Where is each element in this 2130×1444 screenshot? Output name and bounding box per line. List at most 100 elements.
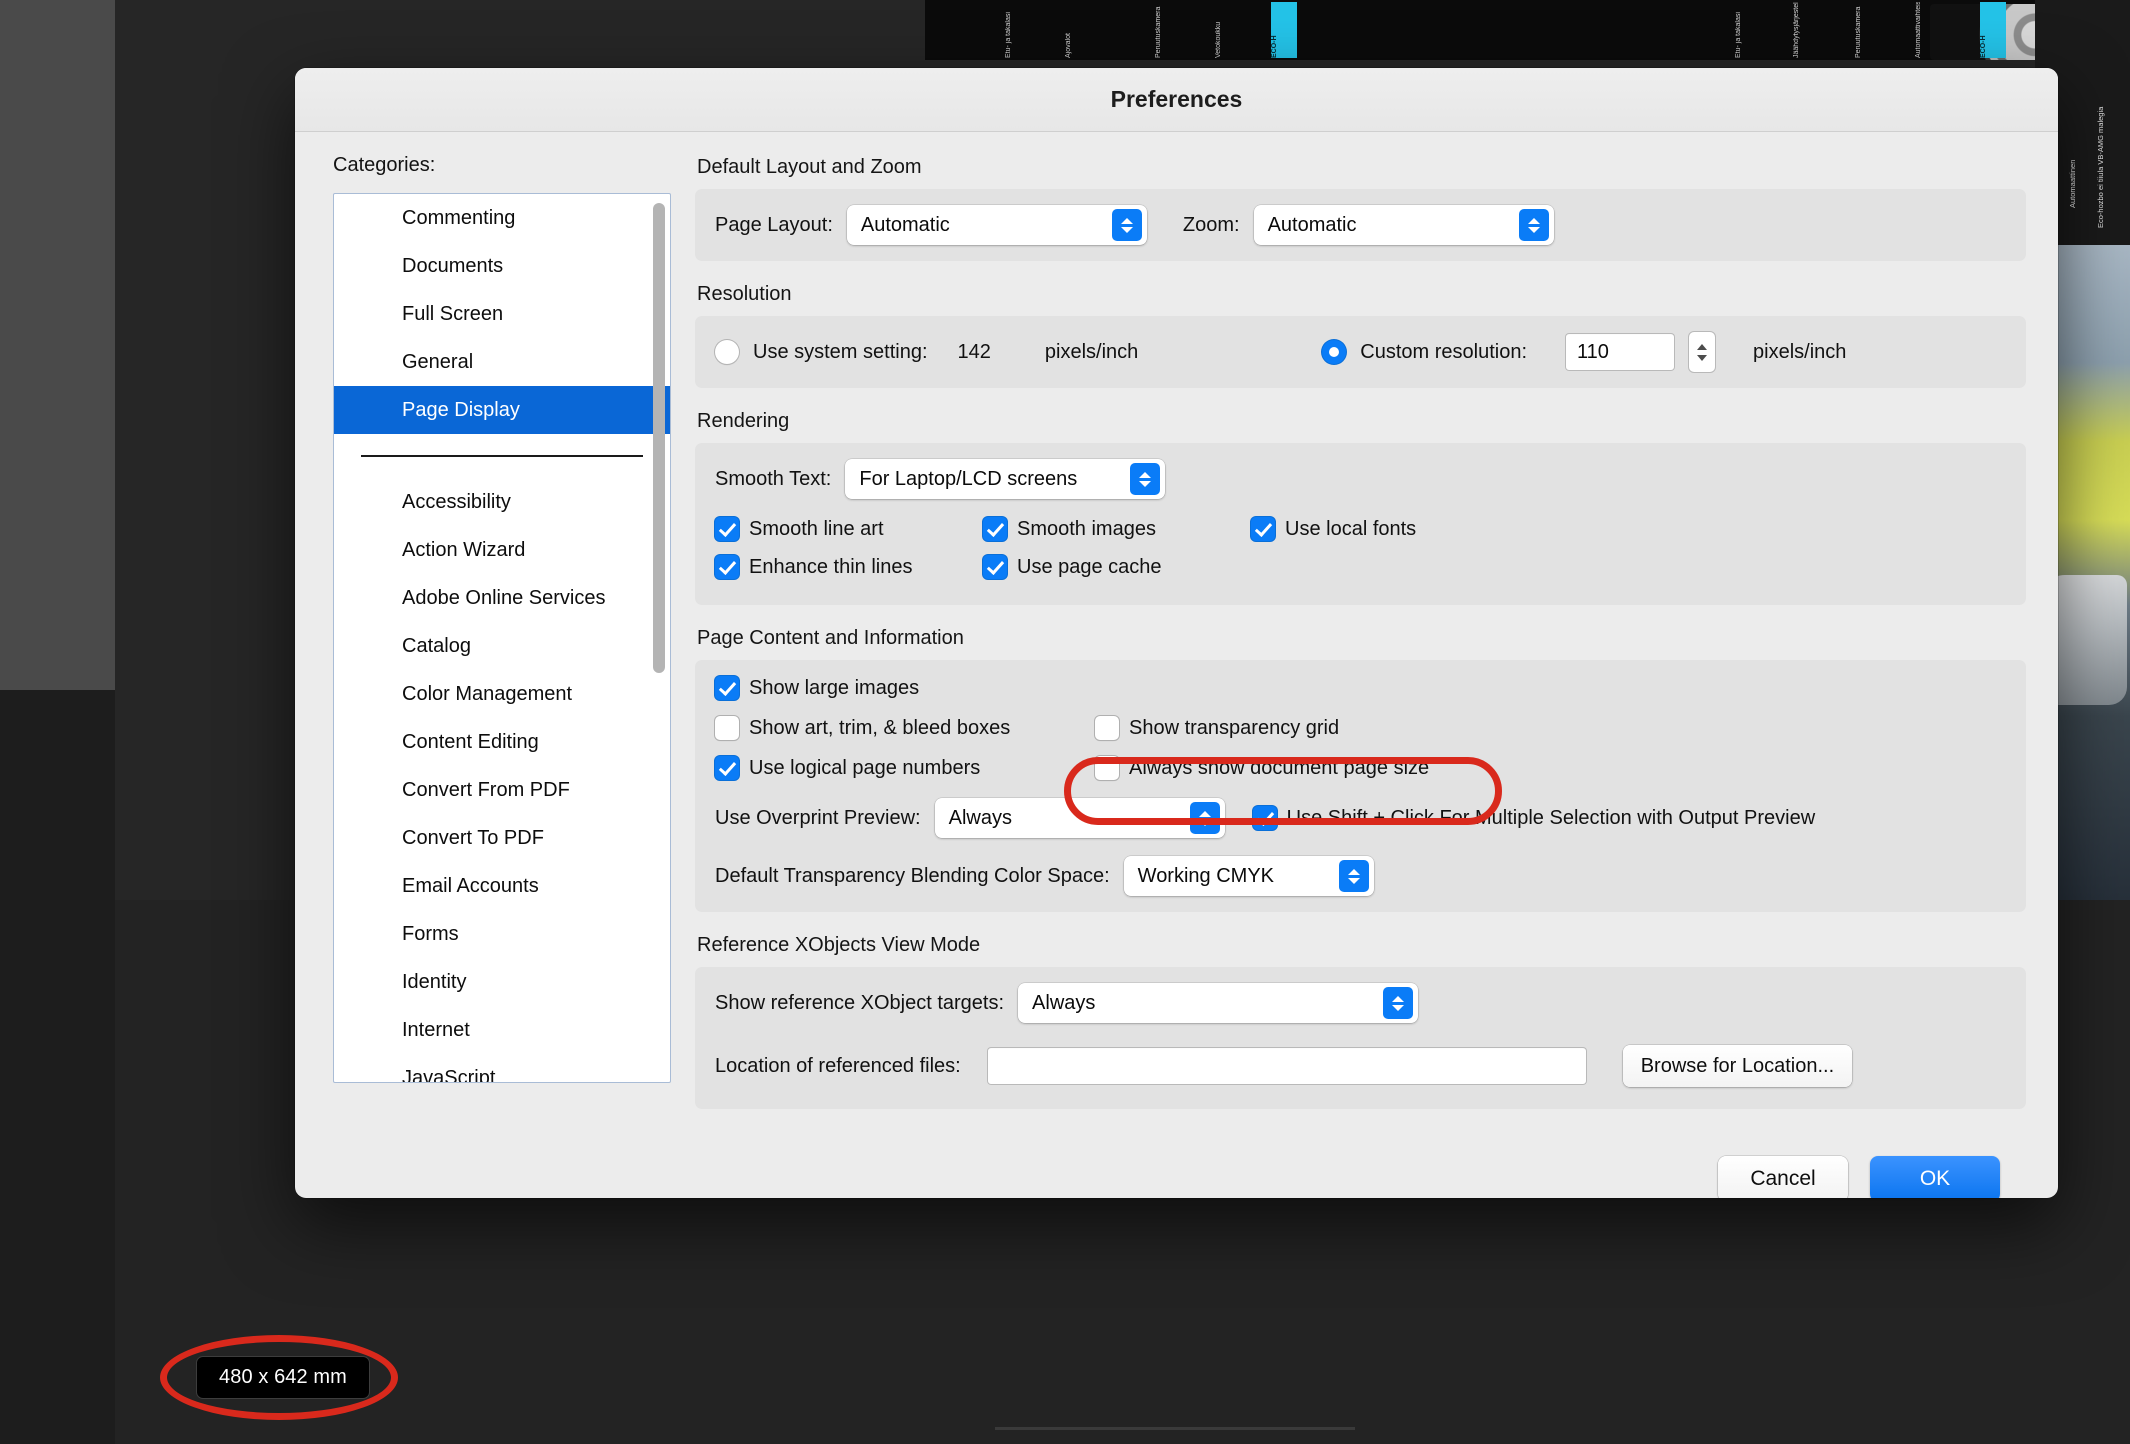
show-transparency-grid-row[interactable]: Show transparency grid bbox=[1095, 716, 1339, 740]
cancel-button[interactable]: Cancel bbox=[1718, 1156, 1848, 1198]
chevron-updown-icon[interactable] bbox=[1130, 463, 1160, 495]
dialog-footer: Cancel OK bbox=[295, 1131, 2058, 1198]
section-title-reference-xobjects: Reference XObjects View Mode bbox=[697, 934, 2026, 957]
show-xobject-targets-label: Show reference XObject targets: bbox=[715, 992, 1004, 1015]
dialog-title: Preferences bbox=[1111, 86, 1243, 113]
show-xobject-targets-select[interactable]: Always bbox=[1018, 983, 1418, 1023]
category-item-adobe-online-services[interactable]: Adobe Online Services bbox=[334, 574, 670, 622]
category-item-action-wizard[interactable]: Action Wizard bbox=[334, 526, 670, 574]
eco-badge: ECO-H bbox=[1271, 2, 1297, 58]
blending-color-space-value: Working CMYK bbox=[1138, 865, 1274, 888]
category-item-documents[interactable]: Documents bbox=[334, 242, 670, 290]
categories-list[interactable]: Commenting Documents Full Screen General… bbox=[333, 193, 671, 1083]
side-label: Eco-hozbo ei tiiula VB-AMG malegia bbox=[2097, 8, 2130, 228]
use-page-cache-row[interactable]: Use page cache bbox=[983, 555, 1162, 579]
use-local-fonts-row[interactable]: Use local fonts bbox=[1251, 517, 1416, 541]
shift-click-row[interactable]: Use Shift + Click For Multiple Selection… bbox=[1253, 806, 1816, 830]
category-item-color-management[interactable]: Color Management bbox=[334, 670, 670, 718]
smooth-line-art-checkbox[interactable] bbox=[715, 517, 739, 541]
chevron-updown-icon[interactable] bbox=[1339, 860, 1369, 892]
category-item-convert-from-pdf[interactable]: Convert From PDF bbox=[334, 766, 670, 814]
ad-column-text: Vetokoukku bbox=[1215, 2, 1271, 58]
category-item-page-display[interactable]: Page Display bbox=[334, 386, 670, 434]
shift-click-label: Use Shift + Click For Multiple Selection… bbox=[1287, 807, 1816, 830]
browse-for-location-button[interactable]: Browse for Location... bbox=[1623, 1045, 1852, 1087]
categories-scroll-thumb[interactable] bbox=[653, 203, 665, 673]
enhance-thin-lines-checkbox[interactable] bbox=[715, 555, 739, 579]
use-logical-page-numbers-row[interactable]: Use logical page numbers bbox=[715, 756, 1095, 780]
always-show-page-size-row[interactable]: Always show document page size bbox=[1095, 756, 1429, 780]
show-large-images-checkbox[interactable] bbox=[715, 676, 739, 700]
custom-resolution-label: Custom resolution: bbox=[1360, 341, 1527, 364]
use-page-cache-checkbox[interactable] bbox=[983, 555, 1007, 579]
custom-resolution-units: pixels/inch bbox=[1753, 341, 1846, 364]
category-item-accessibility[interactable]: Accessibility bbox=[334, 478, 670, 526]
system-resolution-units: pixels/inch bbox=[1045, 341, 1138, 364]
ad-column-text: Peruutuskamera bbox=[1155, 2, 1211, 58]
zoom-select[interactable]: Automatic bbox=[1254, 205, 1554, 245]
page-layout-value: Automatic bbox=[861, 214, 950, 237]
ad-column-text: Etu- ja takalasi bbox=[1735, 2, 1791, 58]
page-layout-select[interactable]: Automatic bbox=[847, 205, 1147, 245]
show-art-trim-bleed-label: Show art, trim, & bleed boxes bbox=[749, 717, 1010, 740]
smooth-images-checkbox[interactable] bbox=[983, 517, 1007, 541]
enhance-thin-lines-label: Enhance thin lines bbox=[749, 556, 912, 579]
chevron-updown-icon[interactable] bbox=[1190, 802, 1220, 834]
eco-badge: ECO-H bbox=[1980, 2, 2006, 58]
section-title-default-layout: Default Layout and Zoom bbox=[697, 156, 2026, 179]
chevron-updown-icon[interactable] bbox=[1112, 209, 1142, 241]
smooth-line-art-row[interactable]: Smooth line art bbox=[715, 517, 983, 541]
category-item-full-screen[interactable]: Full Screen bbox=[334, 290, 670, 338]
section-rendering: Smooth Text: For Laptop/LCD screens Smoo… bbox=[695, 443, 2026, 605]
smooth-images-label: Smooth images bbox=[1017, 518, 1156, 541]
use-logical-page-numbers-checkbox[interactable] bbox=[715, 756, 739, 780]
shift-click-checkbox[interactable] bbox=[1253, 806, 1277, 830]
category-separator bbox=[334, 434, 670, 478]
location-referenced-files-input[interactable] bbox=[987, 1047, 1587, 1085]
use-system-setting-radio[interactable] bbox=[715, 340, 739, 364]
show-transparency-grid-checkbox[interactable] bbox=[1095, 716, 1119, 740]
category-item-catalog[interactable]: Catalog bbox=[334, 622, 670, 670]
category-item-javascript[interactable]: JavaScript bbox=[334, 1054, 670, 1083]
preferences-dialog: Preferences Categories: Commenting Docum… bbox=[295, 68, 2058, 1198]
chevron-updown-icon[interactable] bbox=[1519, 209, 1549, 241]
show-large-images-row[interactable]: Show large images bbox=[715, 676, 919, 700]
category-item-content-editing[interactable]: Content Editing bbox=[334, 718, 670, 766]
category-item-forms[interactable]: Forms bbox=[334, 910, 670, 958]
custom-resolution-input[interactable]: 110 bbox=[1565, 333, 1675, 371]
category-item-internet[interactable]: Internet bbox=[334, 1006, 670, 1054]
use-page-cache-label: Use page cache bbox=[1017, 556, 1162, 579]
ad-column-text: Etu- ja takalasi bbox=[1005, 2, 1061, 58]
categories-column: Categories: Commenting Documents Full Sc… bbox=[325, 154, 665, 1131]
show-large-images-label: Show large images bbox=[749, 677, 919, 700]
smooth-text-select[interactable]: For Laptop/LCD screens bbox=[845, 459, 1165, 499]
custom-resolution-radio[interactable] bbox=[1322, 340, 1346, 364]
category-item-email-accounts[interactable]: Email Accounts bbox=[334, 862, 670, 910]
smooth-text-label: Smooth Text: bbox=[715, 468, 831, 491]
category-item-convert-to-pdf[interactable]: Convert To PDF bbox=[334, 814, 670, 862]
categories-scrollbar[interactable] bbox=[653, 203, 665, 1083]
category-item-commenting[interactable]: Commenting bbox=[334, 194, 670, 242]
section-page-content: Show large images Show art, trim, & blee… bbox=[695, 660, 2026, 912]
zoom-label: Zoom: bbox=[1183, 214, 1240, 237]
use-local-fonts-checkbox[interactable] bbox=[1251, 517, 1275, 541]
chevron-updown-icon[interactable] bbox=[1383, 987, 1413, 1019]
use-system-setting-label: Use system setting: bbox=[753, 341, 928, 364]
ok-button[interactable]: OK bbox=[1870, 1156, 2000, 1198]
zoom-value: Automatic bbox=[1268, 214, 1357, 237]
custom-resolution-stepper[interactable] bbox=[1689, 332, 1715, 372]
enhance-thin-lines-row[interactable]: Enhance thin lines bbox=[715, 555, 983, 579]
smooth-images-row[interactable]: Smooth images bbox=[983, 517, 1251, 541]
category-item-general[interactable]: General bbox=[334, 338, 670, 386]
show-art-trim-bleed-row[interactable]: Show art, trim, & bleed boxes bbox=[715, 716, 1095, 740]
overprint-preview-select[interactable]: Always bbox=[935, 798, 1225, 838]
background-left-panel bbox=[0, 0, 115, 690]
section-title-page-content: Page Content and Information bbox=[697, 627, 2026, 650]
show-art-trim-bleed-checkbox[interactable] bbox=[715, 716, 739, 740]
location-referenced-files-label: Location of referenced files: bbox=[715, 1055, 961, 1078]
category-item-identity[interactable]: Identity bbox=[334, 958, 670, 1006]
blending-color-space-select[interactable]: Working CMYK bbox=[1124, 856, 1374, 896]
always-show-page-size-checkbox[interactable] bbox=[1095, 756, 1119, 780]
show-transparency-grid-label: Show transparency grid bbox=[1129, 717, 1339, 740]
section-default-layout: Page Layout: Automatic Zoom: Automatic bbox=[695, 189, 2026, 261]
